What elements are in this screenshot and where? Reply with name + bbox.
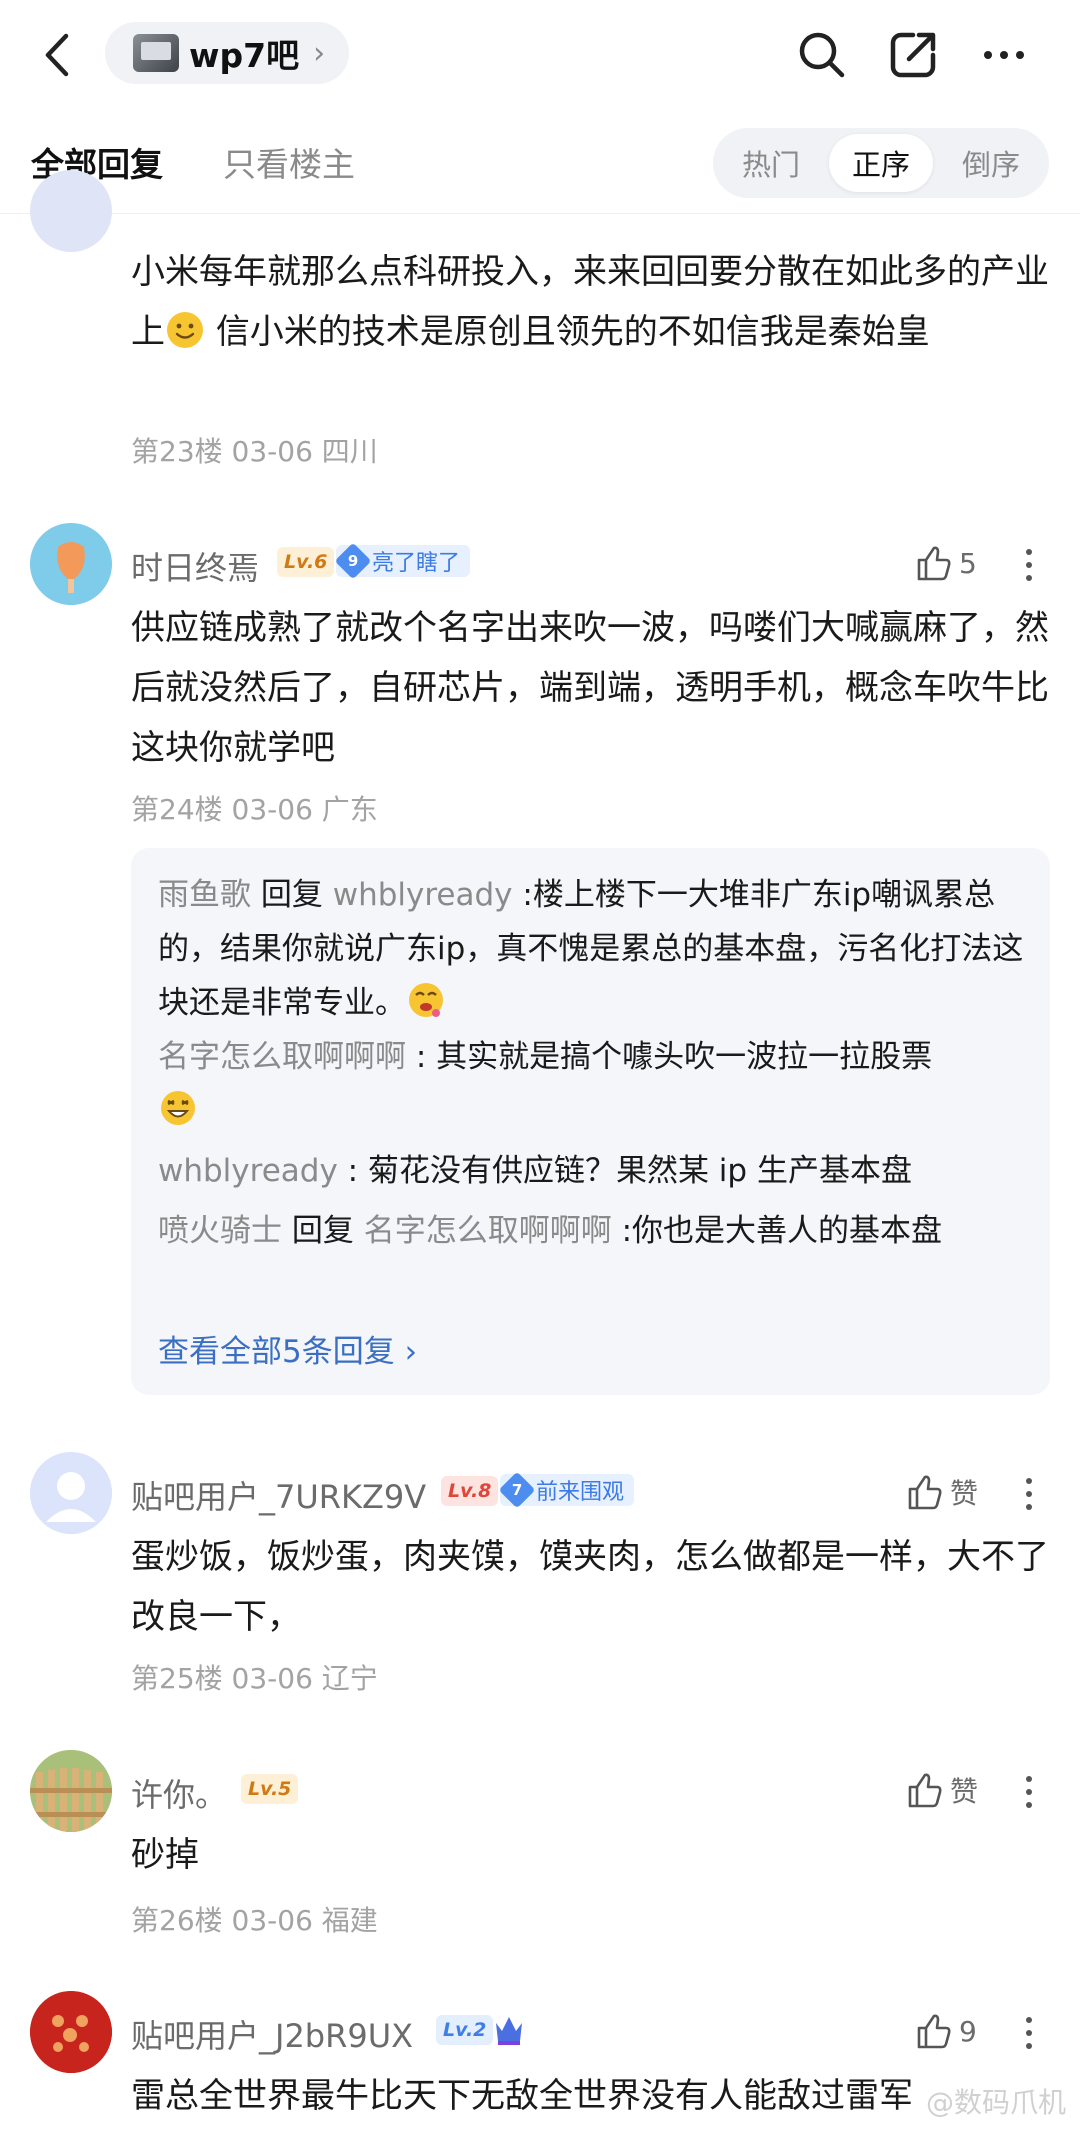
more-vertical-icon[interactable]	[1014, 1767, 1044, 1817]
avatar[interactable]	[30, 170, 112, 252]
like-button[interactable]: 赞	[904, 1765, 978, 1815]
username[interactable]: 许你。	[131, 1770, 227, 1816]
laugh-emoji-icon	[161, 1091, 195, 1125]
sort-hot[interactable]: 热门	[719, 134, 823, 192]
avatar[interactable]	[30, 1991, 112, 2073]
forum-logo	[133, 34, 179, 72]
gem-icon: 9	[334, 542, 372, 580]
more-icon[interactable]	[975, 26, 1033, 84]
level-badge: Lv.2	[436, 2015, 494, 2045]
post-content: 小米每年就那么点科研投入，来来回回要分散在如此多的产业上 信小米的技术是原创且领…	[131, 252, 1049, 352]
chevron-right-icon: ›	[404, 1334, 417, 1370]
more-vertical-icon[interactable]	[1014, 2008, 1044, 2058]
top-bar: wp7吧 ›	[0, 0, 1080, 110]
sub-reply[interactable]: 名字怎么取啊啊啊 : 其实就是搞个噱头吹一波拉一拉股票	[158, 1030, 1038, 1138]
share-icon[interactable]	[884, 26, 942, 84]
post-content: 砂掉	[131, 1835, 199, 1875]
thumbs-up-icon	[917, 2014, 951, 2049]
view-all-replies-link[interactable]: 查看全部5条回复 ›	[158, 1326, 417, 1371]
post-content: 蛋炒饭，饭炒蛋，肉夹馍，馍夹肉，怎么做都是一样，大不了改良一下，	[131, 1537, 1049, 1637]
username[interactable]: 贴吧用户_J2bR9UX	[131, 2011, 413, 2057]
post-meta: 第26楼 03-06 福建	[131, 1904, 378, 1937]
avatar[interactable]	[30, 523, 112, 605]
sort-toggle: 热门 正序 倒序	[713, 128, 1049, 198]
like-button[interactable]: 9	[913, 2006, 977, 2056]
sub-reply[interactable]: 雨鱼歌 回复 whblyready :楼上楼下一大堆非广东ip嘲讽累总的，结果你…	[158, 868, 1038, 1030]
forum-name: wp7吧	[189, 36, 300, 75]
reply-filter-bar: 全部回复 只看楼主 热门 正序 倒序	[0, 118, 1080, 214]
chevron-right-icon: ›	[313, 35, 326, 71]
drool-emoji-icon	[409, 983, 443, 1017]
sub-reply[interactable]: whblyready : 菊花没有供应链？果然某 ip 生产基本盘	[158, 1144, 1038, 1198]
username[interactable]: 贴吧用户_7URKZ9V	[131, 1472, 426, 1518]
sort-descending[interactable]: 倒序	[939, 134, 1043, 192]
level-badge: Lv.8	[441, 1476, 499, 1506]
gem-icon: 7	[498, 1471, 536, 1509]
tab-op-only[interactable]: 只看楼主	[223, 138, 355, 186]
post-content: 供应链成熟了就改个名字出来吹一波，吗喽们大喊赢麻了，然后就没然后了，自研芯片，端…	[131, 608, 1049, 768]
like-button[interactable]: 5	[913, 538, 977, 588]
forum-entry[interactable]: wp7吧 ›	[105, 22, 350, 84]
thumbs-up-icon	[908, 1475, 942, 1510]
post-meta: 第25楼 03-06 辽宁	[131, 1662, 378, 1695]
sub-reply-panel: 雨鱼歌 回复 whblyready :楼上楼下一大堆非广东ip嘲讽累总的，结果你…	[131, 848, 1050, 1395]
post-meta: 第23楼 03-06 四川	[131, 435, 378, 468]
thumbs-up-icon	[908, 1773, 942, 1808]
smile-emoji-icon	[167, 312, 203, 348]
level-badge: Lv.6	[277, 547, 335, 577]
post-meta: 第24楼 03-06 广东	[131, 793, 378, 826]
watermark: @数码爪机	[925, 2086, 1066, 2119]
sort-ascending[interactable]: 正序	[829, 134, 933, 192]
member-crown-icon	[492, 2011, 526, 2047]
post-content: 雷总全世界最牛比天下无敌全世界没有人能敌过雷军	[131, 2076, 913, 2116]
username[interactable]: 时日终焉	[131, 543, 259, 589]
more-vertical-icon[interactable]	[1014, 540, 1044, 590]
more-vertical-icon[interactable]	[1014, 1469, 1044, 1519]
level-badge: Lv.5	[241, 1774, 299, 1804]
avatar[interactable]	[30, 1750, 112, 1832]
avatar[interactable]	[30, 1452, 112, 1534]
sub-reply[interactable]: 喷火骑士 回复 名字怎么取啊啊啊 :你也是大善人的基本盘	[158, 1204, 1038, 1258]
thumbs-up-icon	[917, 546, 951, 581]
back-icon[interactable]	[38, 30, 78, 80]
title-badge: 7 前来围观	[498, 1471, 635, 1509]
title-badge: 9 亮了瞎了	[334, 542, 471, 580]
search-icon[interactable]	[793, 26, 851, 84]
like-button[interactable]: 赞	[904, 1467, 978, 1517]
